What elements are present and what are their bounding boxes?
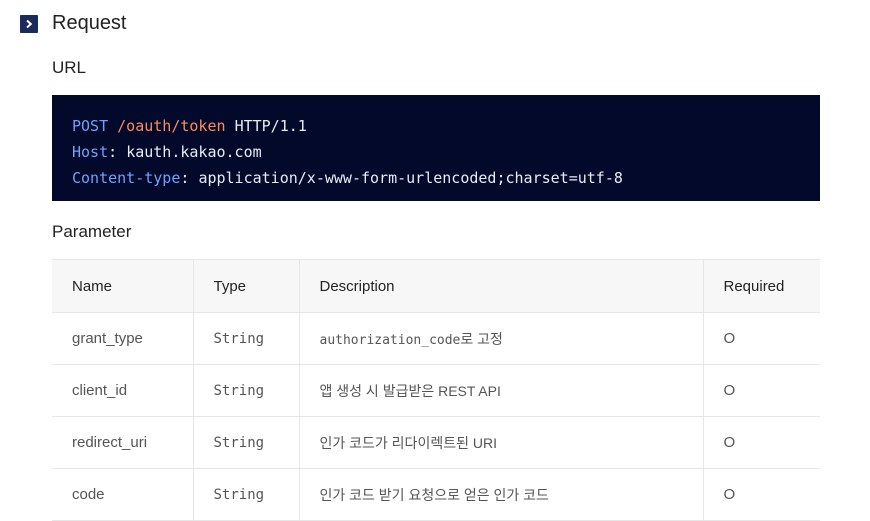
parameter-subtitle: Parameter xyxy=(52,222,132,241)
table-row: redirect_uri String 인가 코드가 리다이렉트된 URI O xyxy=(52,416,820,469)
param-description-text: 로 고정 xyxy=(460,330,503,347)
column-header-type: Type xyxy=(192,259,299,313)
chevron-right-icon-glyph xyxy=(26,19,33,28)
http-method: POST xyxy=(72,117,109,135)
code-line-content-type: Content-type: application/x-www-form-url… xyxy=(72,169,623,187)
param-required: O xyxy=(702,468,820,521)
content-type-key: Content-type xyxy=(72,169,181,187)
param-name: client_id xyxy=(52,364,193,417)
request-path: /oauth/token xyxy=(117,117,226,135)
param-type: String xyxy=(192,468,299,521)
param-description-text: 인가 코드 받기 요청으로 얻은 인가 코드 xyxy=(319,486,549,503)
param-name: redirect_uri xyxy=(52,416,193,469)
param-type: String xyxy=(192,312,299,365)
param-description-text: 인가 코드가 리다이렉트된 URI xyxy=(319,434,497,451)
request-code-block: POST /oauth/token HTTP/1.1 Host: kauth.k… xyxy=(52,95,820,201)
param-description: 인가 코드가 리다이렉트된 URI xyxy=(298,416,703,469)
param-description-text: 앱 생성 시 발급받은 REST API xyxy=(319,382,501,399)
param-type: String xyxy=(192,364,299,417)
table-row: code String 인가 코드 받기 요청으로 얻은 인가 코드 O xyxy=(52,468,820,521)
host-key: Host xyxy=(72,143,109,161)
content-type-value: application/x-www-form-urlencoded;charse… xyxy=(198,169,623,187)
param-required: O xyxy=(702,416,820,469)
param-description: 앱 생성 시 발급받은 REST API xyxy=(298,364,703,417)
param-description: authorization_code로 고정 xyxy=(298,312,703,365)
host-value: kauth.kakao.com xyxy=(126,143,262,161)
table-row: client_id String 앱 생성 시 발급받은 REST API O xyxy=(52,364,820,417)
parameter-table: Name Type Description Required grant_typ… xyxy=(52,259,820,521)
param-required: O xyxy=(702,364,820,417)
chevron-right-icon[interactable] xyxy=(20,14,38,33)
http-protocol: HTTP/1.1 xyxy=(234,117,307,135)
table-header-row: Name Type Description Required xyxy=(52,259,820,313)
section-header-request[interactable]: Request xyxy=(20,12,127,35)
param-type: String xyxy=(192,416,299,469)
url-subtitle: URL xyxy=(52,58,87,77)
param-required: O xyxy=(702,312,820,365)
param-description: 인가 코드 받기 요청으로 얻은 인가 코드 xyxy=(298,468,703,521)
code-line-request: POST /oauth/token HTTP/1.1 xyxy=(72,113,800,139)
column-header-name: Name xyxy=(52,259,193,313)
column-header-required: Required xyxy=(702,259,820,313)
param-description-code: authorization_code xyxy=(319,332,461,348)
table-row: grant_type String authorization_code로 고정… xyxy=(52,312,820,365)
code-line-host: Host: kauth.kakao.com xyxy=(72,143,262,161)
column-header-description: Description xyxy=(298,259,703,313)
section-title: Request xyxy=(52,12,127,34)
param-name: grant_type xyxy=(52,312,193,365)
param-name: code xyxy=(52,468,193,521)
